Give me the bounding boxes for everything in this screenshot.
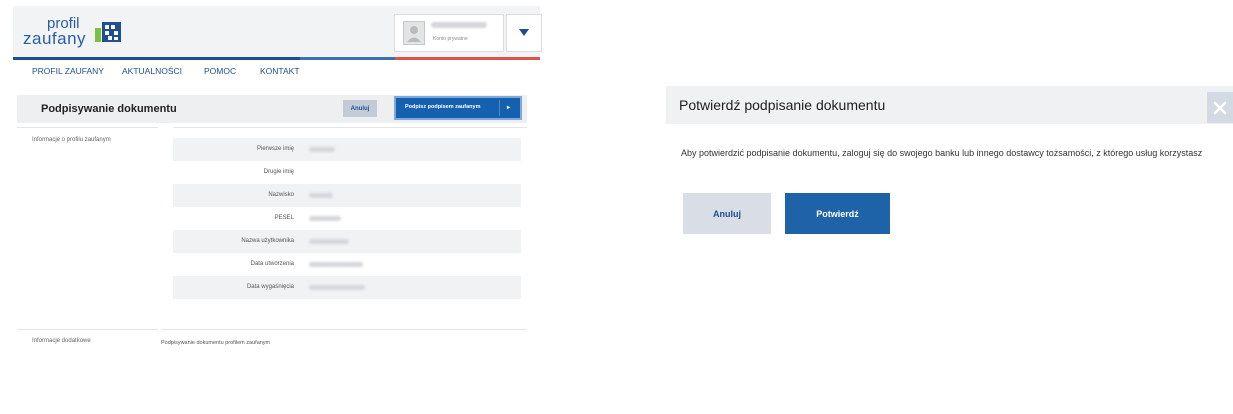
field-value-blurred bbox=[309, 193, 333, 198]
table-row: Nazwisko bbox=[173, 184, 521, 207]
field-label: Data utworzenia bbox=[250, 261, 294, 267]
divider bbox=[17, 127, 158, 128]
cancel-button[interactable]: Anuluj bbox=[343, 100, 377, 117]
document-header: Podpisywanie dokumentu Anuluj Podpisz po… bbox=[17, 95, 527, 123]
logo-mark-icon bbox=[95, 22, 121, 42]
table-row: Nazwa użytkownika bbox=[173, 230, 521, 253]
header-accent-red bbox=[395, 57, 540, 60]
sign-button-label: Podpisz podpisem zaufanym bbox=[405, 104, 481, 110]
nav-item-pomoc[interactable]: POMOC bbox=[204, 66, 236, 76]
additional-section-label: Informacje dodatkowe bbox=[32, 338, 91, 344]
caret-right-icon[interactable]: ▸ bbox=[507, 104, 510, 111]
user-menu[interactable]: Konto prywatne bbox=[394, 14, 504, 52]
divider bbox=[161, 329, 527, 330]
field-label: Drugie imię bbox=[263, 169, 294, 175]
divider bbox=[17, 329, 158, 330]
close-icon bbox=[1213, 101, 1227, 114]
field-label: Data wygaśnięcia bbox=[246, 284, 294, 290]
table-row: Data utworzenia bbox=[173, 253, 521, 276]
user-name-blurred bbox=[431, 22, 487, 28]
site-header: profil zaufany Konto prywatne bbox=[13, 6, 542, 60]
cancel-button[interactable]: Anuluj bbox=[683, 193, 771, 234]
confirm-button[interactable]: Potwierdź bbox=[785, 193, 890, 234]
button-divider bbox=[499, 100, 500, 116]
field-label: PESEL bbox=[274, 215, 294, 221]
field-value-blurred bbox=[309, 262, 363, 267]
profil-zaufany-logo[interactable]: profil zaufany bbox=[23, 15, 133, 49]
page-title: Podpisywanie dokumentu bbox=[41, 103, 177, 115]
avatar bbox=[403, 21, 425, 45]
table-row: PESEL bbox=[173, 207, 521, 230]
sign-trusted-button[interactable]: Podpisz podpisem zaufanym ▸ bbox=[396, 98, 520, 118]
user-silhouette-icon bbox=[407, 26, 421, 42]
table-row: Drugie imię bbox=[173, 161, 521, 184]
nav-item-aktualnosci[interactable]: AKTUALNOŚCI bbox=[122, 66, 182, 76]
profile-section-label: Informacje o profilu zaufanym bbox=[32, 137, 111, 143]
nav-item-kontakt[interactable]: KONTAKT bbox=[260, 66, 300, 76]
confirm-modal: Potwierdź podpisanie dokumentu Aby potwi… bbox=[666, 0, 1233, 414]
field-value-blurred bbox=[309, 285, 365, 290]
signing-page: profil zaufany Konto prywatne PROFIL ZAU… bbox=[0, 0, 545, 414]
field-value-blurred bbox=[309, 147, 335, 152]
divider bbox=[173, 127, 527, 128]
close-button[interactable] bbox=[1207, 92, 1233, 123]
field-value-blurred bbox=[309, 216, 341, 221]
field-value-blurred bbox=[309, 239, 349, 244]
field-label: Nazwa użytkownika bbox=[241, 238, 294, 244]
user-account-type: Konto prywatne bbox=[433, 36, 468, 42]
user-menu-toggle[interactable] bbox=[506, 14, 542, 52]
field-label: Nazwisko bbox=[268, 192, 294, 198]
field-label: Pierwsze imię bbox=[256, 146, 294, 152]
modal-header: Potwierdź podpisanie dokumentu bbox=[666, 86, 1233, 124]
chevron-down-icon bbox=[519, 29, 529, 36]
modal-title: Potwierdź podpisanie dokumentu bbox=[679, 97, 886, 113]
logo-text-bottom: zaufany bbox=[23, 29, 87, 48]
table-row: Data wygaśnięcia bbox=[173, 276, 521, 299]
modal-message: Aby potwierdzić podpisanie dokumentu, za… bbox=[681, 148, 1203, 158]
nav-item-profil-zaufany[interactable]: PROFIL ZAUFANY bbox=[32, 66, 104, 76]
header-accent-blue bbox=[300, 57, 395, 60]
table-row: Pierwsze imię bbox=[173, 138, 521, 161]
profile-fields-table: Pierwsze imię Drugie imię Nazwisko PESEL… bbox=[173, 138, 521, 299]
additional-info-value: Podpisywanie dokumentu profilem zaufanym bbox=[161, 340, 271, 346]
